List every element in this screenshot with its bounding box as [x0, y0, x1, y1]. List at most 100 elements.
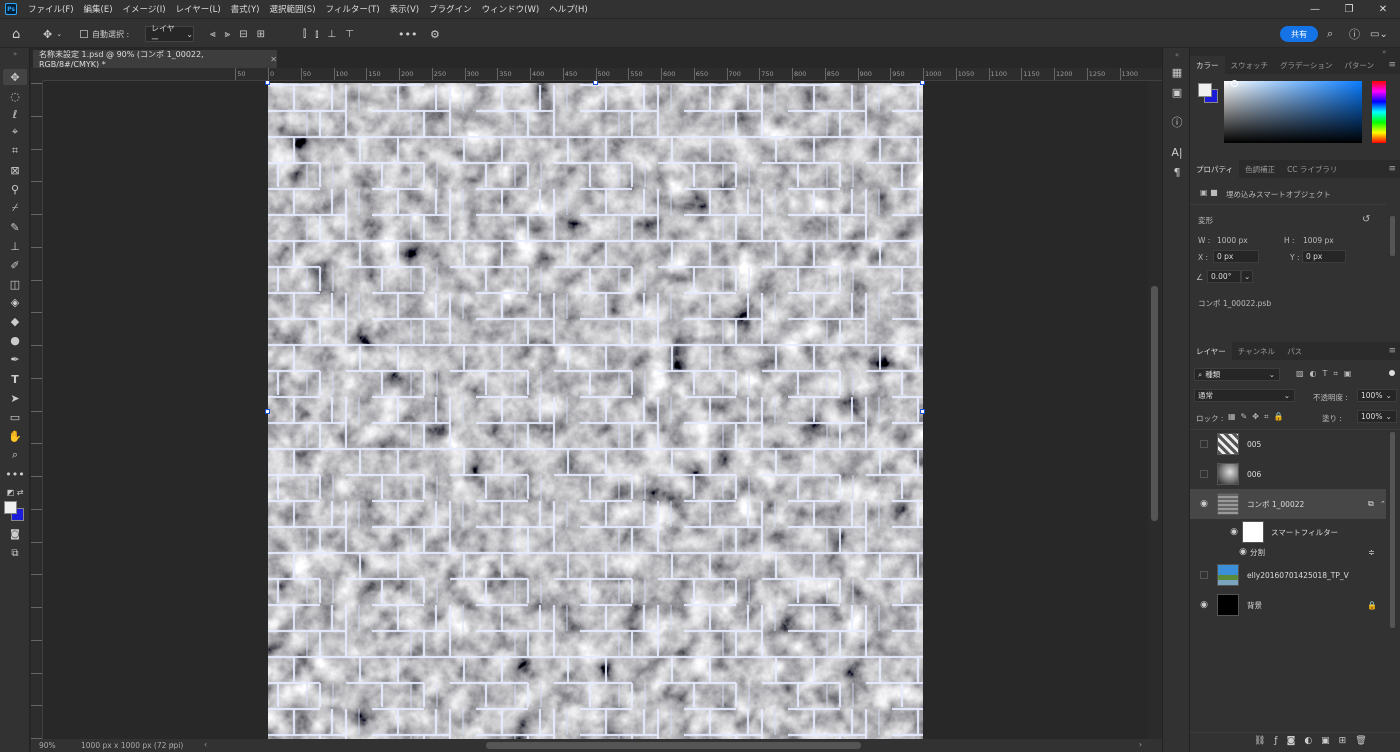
path-selection-tool-icon[interactable]: ➤ — [3, 390, 27, 406]
brush-tool-icon[interactable]: ✎ — [3, 219, 27, 235]
tab-gradients[interactable]: グラデーション — [1274, 56, 1338, 74]
distribute-icons[interactable]: ⫿⫾⊥⊤ — [303, 19, 363, 49]
menu-filter[interactable]: フィルター(T) — [321, 3, 385, 15]
lasso-tool-icon[interactable]: ℓ — [3, 106, 27, 122]
transform-handle-tc[interactable] — [593, 81, 598, 85]
crop-tool-icon[interactable]: ⌗ — [3, 143, 27, 159]
blend-mode-dropdown[interactable]: 通常 ⌄ — [1194, 389, 1295, 402]
clone-stamp-tool-icon[interactable]: ⊥ — [3, 238, 27, 254]
close-window-button[interactable]: ✕ — [1366, 0, 1400, 18]
frame-tool-icon[interactable]: ⊠ — [3, 162, 27, 178]
tab-properties[interactable]: プロパティ — [1190, 160, 1240, 178]
panel-collapse-icon[interactable]: » — [1382, 48, 1386, 56]
transform-handle-mr[interactable] — [920, 409, 925, 414]
menu-type[interactable]: 書式(Y) — [226, 3, 265, 15]
vertical-scrollbar[interactable] — [1148, 81, 1162, 739]
screen-mode-icon[interactable]: ⧉ — [3, 545, 27, 561]
scroll-left-icon[interactable]: ‹ — [204, 740, 207, 749]
width-value[interactable]: 1000 px — [1217, 236, 1248, 245]
type-tool-icon[interactable]: T — [3, 371, 27, 387]
layer-visibility-toggle[interactable] — [1199, 469, 1209, 479]
layers-panel-menu-icon[interactable]: ≡ — [1388, 342, 1396, 360]
menu-select[interactable]: 選択範囲(S) — [264, 3, 320, 15]
healing-brush-tool-icon[interactable]: ⌿ — [3, 200, 27, 216]
info-panel-icon[interactable]: ⓘ — [1169, 114, 1185, 130]
layers-scrollbar[interactable] — [1390, 432, 1395, 628]
y-position-field[interactable]: 0 px — [1302, 250, 1346, 263]
layer-visibility-eye-icon[interactable]: ◉ — [1199, 499, 1209, 509]
filter-options-icon[interactable]: ≑ — [1368, 548, 1375, 557]
history-brush-tool-icon[interactable]: ✐ — [3, 257, 27, 273]
paint-bucket-tool-icon[interactable]: ◈ — [3, 294, 27, 310]
vertical-scroll-thumb[interactable] — [1151, 286, 1158, 521]
angle-field[interactable]: 0.00° — [1207, 270, 1241, 283]
filter-toggle-icon[interactable] — [1389, 370, 1395, 376]
status-arrow-icon[interactable]: › — [171, 740, 174, 749]
horizontal-scroll-thumb[interactable] — [486, 742, 861, 749]
restore-button[interactable]: ❐ — [1332, 0, 1366, 18]
paragraph-panel-icon[interactable]: ¶ — [1169, 164, 1185, 180]
layer-filter-icons[interactable]: ▨◐T⌗▣ — [1296, 369, 1358, 379]
layer-row-selected[interactable]: ◉ コンポ 1_00022 ⧉ ⌃ — [1190, 489, 1386, 519]
align-icons[interactable]: ⫷⫸⊟⊞ — [210, 19, 274, 49]
hand-tool-icon[interactable]: ✋ — [3, 428, 27, 444]
document-image[interactable] — [265, 81, 925, 739]
tab-adjustments[interactable]: 色調補正 — [1239, 160, 1281, 178]
blur-tool-icon[interactable]: ◆ — [3, 313, 27, 329]
transform-handle-ml[interactable] — [265, 409, 270, 414]
transform-handle-tl[interactable] — [265, 81, 270, 85]
default-colors-icon[interactable]: ◩ ⇄ — [3, 484, 27, 500]
layers-footer-icons[interactable]: ⛓ƒ◙◐▣⊞🗑 — [1254, 736, 1376, 746]
tab-swatches[interactable]: スウォッチ — [1225, 56, 1275, 74]
auto-select-checkbox[interactable] — [80, 30, 88, 38]
pen-tool-icon[interactable]: ✒ — [3, 351, 27, 367]
quick-select-tool-icon[interactable]: ⌖ — [3, 124, 27, 140]
share-button[interactable]: 共有 — [1280, 26, 1318, 42]
horizontal-ruler[interactable]: 50 0 50 100 150 200 250 300 350 400 450 500 550 600 65… — [43, 68, 1162, 81]
close-tab-icon[interactable]: ✕ — [270, 55, 277, 64]
scroll-right-icon[interactable]: › — [1139, 740, 1142, 749]
vertical-ruler[interactable] — [31, 81, 43, 739]
move-tool-preset-icon[interactable]: ✥ ⌄ — [43, 19, 62, 49]
search-icon[interactable]: ⌕ — [1327, 19, 1333, 49]
eraser-tool-icon[interactable]: ◫ — [3, 276, 27, 292]
menu-window[interactable]: ウィンドウ(W) — [477, 3, 545, 15]
tab-color[interactable]: カラー — [1190, 56, 1225, 74]
menu-image[interactable]: イメージ(I) — [118, 3, 171, 15]
quick-mask-icon[interactable]: ◙ — [3, 526, 27, 542]
tab-cc-libraries[interactable]: CC ライブラリ — [1281, 160, 1343, 178]
menu-plugins[interactable]: プラグイン — [424, 3, 477, 15]
properties-scrollbar[interactable] — [1390, 216, 1395, 256]
canvas-area[interactable] — [43, 81, 1148, 739]
menu-help[interactable]: ヘルプ(H) — [544, 3, 593, 15]
layer-visibility-eye-icon[interactable]: ◉ — [1199, 600, 1209, 610]
lock-icons[interactable]: ▦✎✥⌗🔒 — [1228, 412, 1288, 422]
collapse-effects-icon[interactable]: ⌃ — [1380, 500, 1386, 508]
filter-item-row[interactable]: ◉ 分割 ≑ — [1195, 545, 1385, 559]
menu-file[interactable]: ファイル(F) — [23, 3, 79, 15]
transform-handle-tr[interactable] — [920, 81, 925, 85]
color-panel-menu-icon[interactable]: ≡ — [1388, 56, 1396, 74]
menu-view[interactable]: 表示(V) — [385, 3, 424, 15]
move-tool-icon[interactable]: ✥ — [3, 69, 27, 85]
tab-paths[interactable]: パス — [1281, 342, 1308, 360]
layer-row[interactable]: elly20160701425018_TP_V — [1195, 560, 1385, 590]
menu-edit[interactable]: 編集(E) — [79, 3, 118, 15]
toolbar-collapse-icon[interactable]: » — [3, 50, 27, 58]
filter-eye-icon[interactable]: ◉ — [1238, 547, 1248, 557]
panel-fg-swatch[interactable] — [1198, 83, 1212, 97]
home-icon[interactable]: ⌂ — [12, 19, 20, 49]
history-panel-icon[interactable]: ▦ — [1169, 64, 1185, 80]
angle-dropdown-icon[interactable]: ⌄ — [1241, 270, 1253, 283]
comments-panel-icon[interactable]: ▣ — [1169, 84, 1185, 100]
tab-channels[interactable]: チャンネル — [1232, 342, 1281, 360]
strip-collapse-icon[interactable]: « — [1169, 51, 1185, 59]
auto-select-dropdown[interactable]: レイヤー ⌄ — [145, 24, 194, 44]
opacity-field[interactable]: 100% ⌄ — [1357, 389, 1397, 402]
menu-layer[interactable]: レイヤー(L) — [171, 3, 226, 15]
edit-toolbar-icon[interactable]: ••• — [3, 466, 27, 482]
reset-transform-icon[interactable]: ↺ — [1362, 214, 1370, 225]
smart-filter-eye-icon[interactable]: ◉ — [1229, 527, 1239, 537]
workspace-icon[interactable]: ▭⌄ — [1370, 19, 1388, 49]
zoom-level[interactable]: 90% — [39, 741, 56, 750]
